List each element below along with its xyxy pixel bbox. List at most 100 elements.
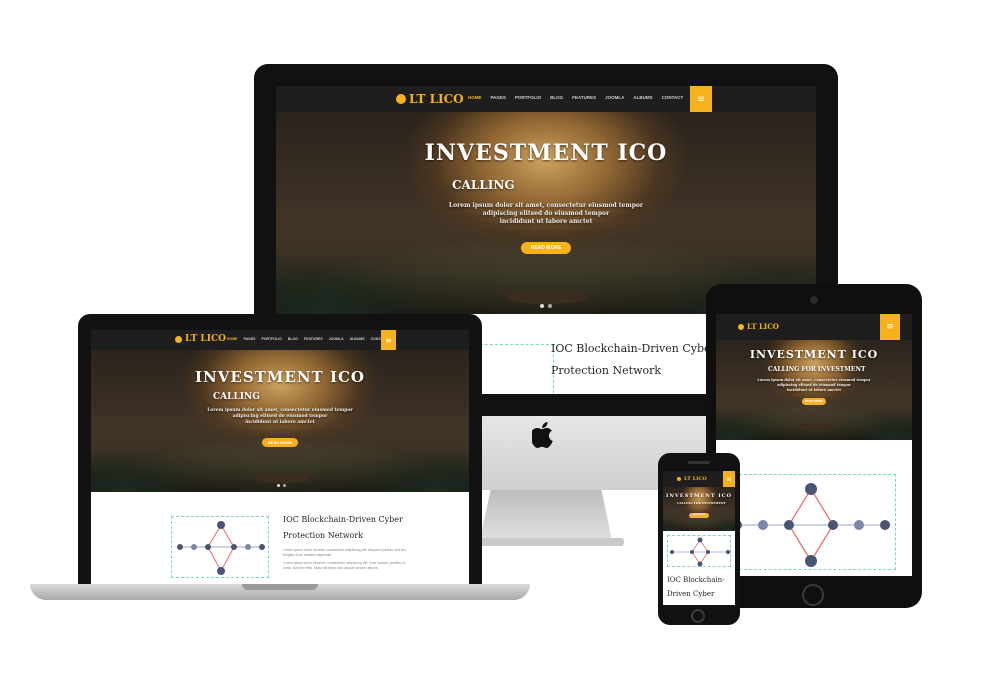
content-section: IOC Blockchain- Driven Cyber xyxy=(663,531,735,605)
laptop-notch xyxy=(242,584,318,590)
hero-section: INVESTMENT ICO CALLING FOR INVESTMENT Lo… xyxy=(716,340,912,440)
hero-text: Lorem ipsum dolor sit amet, consectetur … xyxy=(276,202,816,226)
logo-text: LT LICO xyxy=(409,92,464,106)
content-section: IOC Blockchain-Driven Cyber Protection N… xyxy=(91,492,469,584)
boat-image xyxy=(506,292,586,304)
read-more-button[interactable]: READ MORE xyxy=(521,242,571,254)
graph-node xyxy=(231,544,237,550)
graph-node xyxy=(758,520,768,530)
hero-subtitle: CALLING xyxy=(213,392,260,402)
slider-dot[interactable] xyxy=(277,484,280,487)
blockchain-diagram xyxy=(171,516,269,578)
graph-link xyxy=(788,524,812,562)
menu-icon[interactable]: ≡ xyxy=(381,330,396,350)
content-title-line: IOC Blockchain-Driven Cyber xyxy=(551,342,716,355)
menu-item-joomla[interactable]: JOOMLA xyxy=(605,95,624,100)
graph-node xyxy=(670,550,674,554)
hero-section: INVESTMENT ICO CALLING Lorem ipsum dolor… xyxy=(91,350,469,492)
read-more-button[interactable]: READ MORE xyxy=(689,513,709,518)
boat-image xyxy=(798,424,830,431)
graph-node xyxy=(828,520,838,530)
menu-item-home[interactable]: HOME xyxy=(227,337,238,341)
graph-node xyxy=(177,544,183,550)
hero-title: INVESTMENT ICO xyxy=(666,493,732,499)
menu-item-home[interactable]: HOME xyxy=(468,95,482,100)
content-title-line: Protection Network xyxy=(551,364,662,377)
content-title: IOC Blockchain- Driven Cyber xyxy=(667,573,725,601)
blockchain-diagram xyxy=(724,474,896,570)
graph-node xyxy=(805,555,817,567)
site-logo[interactable]: LT LICO xyxy=(175,334,226,344)
hero-text-line: Lorem ipsum dolor sit amet, consectetur … xyxy=(448,202,644,209)
phone-speaker xyxy=(688,461,710,464)
tablet-camera xyxy=(810,296,818,304)
slider-dot[interactable] xyxy=(283,484,286,487)
site-logo[interactable]: LT LICO xyxy=(677,476,707,482)
laptop-screen: LT LICO HOME PAGES PORTFOLIO BLOG FEATUR… xyxy=(91,330,469,584)
logo-text: LT LICO xyxy=(684,476,707,482)
content-paragraph: Lorem ipsum dolor sit amet consectetur a… xyxy=(283,548,409,571)
menu-item-pages[interactable]: PAGES xyxy=(244,337,256,341)
graph-node xyxy=(706,550,710,554)
phone-home-button xyxy=(691,609,705,623)
logo-text: LT LICO xyxy=(747,322,779,331)
read-more-button[interactable]: READ MORE xyxy=(802,398,826,405)
menu-item-pages[interactable]: PAGES xyxy=(491,95,506,100)
hero-subtitle: CALLING FOR INVESTMENT xyxy=(768,366,866,373)
menu-item-portfolio[interactable]: PORTFOLIO xyxy=(515,95,541,100)
menu-icon[interactable]: ≡ xyxy=(880,314,900,340)
content-paragraph-1: Lorem ipsum dolor sit amet consectetur a… xyxy=(283,548,407,557)
coin-icon xyxy=(738,323,744,330)
graph-node xyxy=(805,483,817,495)
menu-item-contact[interactable]: CONTACT xyxy=(662,95,684,100)
content-title-line: IOC Blockchain- xyxy=(667,576,725,584)
menu-item-blog[interactable]: BLOG xyxy=(550,95,563,100)
menu-item-features[interactable]: FEATURES xyxy=(304,337,323,341)
graph-node xyxy=(726,550,730,554)
graph-node xyxy=(697,561,703,567)
slider-dot[interactable] xyxy=(540,304,544,308)
main-menu: HOME PAGES PORTFOLIO BLOG FEATURES JOOML… xyxy=(468,95,683,100)
graph-link xyxy=(220,546,235,572)
hero-text-line: incididunt ut labore amctet xyxy=(786,388,842,392)
hero-title: INVESTMENT ICO xyxy=(424,140,668,166)
site-logo[interactable]: LT LICO xyxy=(738,322,779,331)
tablet-home-button xyxy=(802,584,824,606)
menu-item-blog[interactable]: BLOG xyxy=(288,337,298,341)
site-logo[interactable]: LT LICO xyxy=(396,92,464,106)
phone-device: LT LICO ≡ INVESTMENT ICO CALLING FOR INV… xyxy=(658,453,740,625)
graph-link xyxy=(788,488,812,526)
content-section xyxy=(716,440,912,576)
graph-node xyxy=(697,537,703,543)
graph-node xyxy=(245,544,251,550)
menu-icon[interactable]: ≡ xyxy=(723,471,735,487)
graph-node xyxy=(217,567,225,575)
menu-item-albums[interactable]: ALBUMS xyxy=(350,337,365,341)
slider-dot[interactable] xyxy=(548,304,552,308)
content-title-line: Protection Network xyxy=(283,531,364,540)
hero-title: INVESTMENT ICO xyxy=(195,368,365,386)
graph-node xyxy=(854,520,864,530)
hero-text-line: incididunt ut labore amctet xyxy=(499,218,593,225)
coin-icon xyxy=(396,94,406,104)
graph-link xyxy=(207,546,222,572)
apple-logo-shape xyxy=(530,422,553,448)
network-graph xyxy=(732,483,890,567)
graph-node xyxy=(880,520,890,530)
graph-node xyxy=(690,550,694,554)
graph-link xyxy=(810,524,834,562)
hero-text-line: adipiscing elitsed do eiusmod tempor xyxy=(482,210,610,217)
menu-item-albums[interactable]: ALBUMS xyxy=(633,95,652,100)
laptop-device: LT LICO HOME PAGES PORTFOLIO BLOG FEATUR… xyxy=(30,314,530,604)
menu-item-joomla[interactable]: JOOMLA xyxy=(329,337,344,341)
read-more-button[interactable]: READ MORE xyxy=(262,438,298,447)
menu-item-portfolio[interactable]: PORTFOLIO xyxy=(262,337,282,341)
hero-text-line: incididunt ut labore amctet xyxy=(245,420,315,425)
hero-title: INVESTMENT ICO xyxy=(749,348,879,361)
menu-item-features[interactable]: FEATURES xyxy=(572,95,596,100)
site-nav: LT LICO ≡ xyxy=(716,314,912,340)
graph-node xyxy=(217,521,225,529)
menu-icon[interactable]: ≡ xyxy=(690,86,712,112)
content-title-line: IOC Blockchain-Driven Cyber xyxy=(283,515,403,524)
hero-subtitle: CALLING xyxy=(452,178,515,192)
